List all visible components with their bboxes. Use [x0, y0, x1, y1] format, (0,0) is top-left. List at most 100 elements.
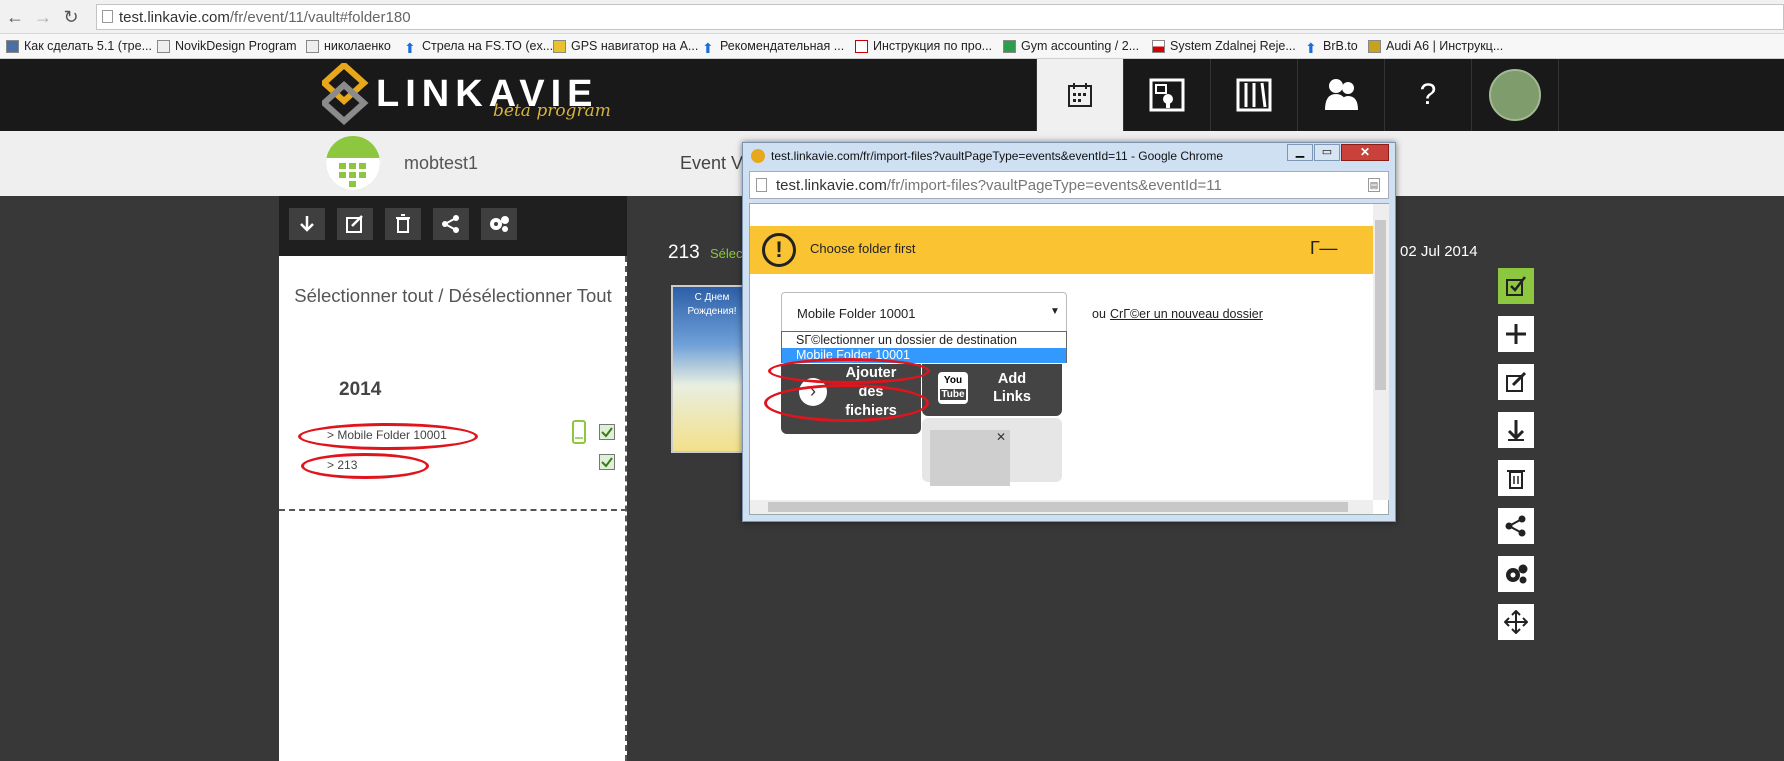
users-icon [1325, 79, 1358, 110]
horizontal-scrollbar[interactable] [750, 500, 1373, 514]
preview-area: ✕ [922, 418, 1062, 486]
folder-checkbox[interactable] [599, 454, 615, 470]
vault-photos-icon [1149, 78, 1185, 112]
plus-icon [1506, 324, 1526, 344]
trash-icon [1507, 470, 1525, 489]
url-path: /fr/event/11/vault#folder180 [229, 9, 411, 26]
popup-content: ! Choose folder first Г— Mobile Folder 1… [749, 203, 1389, 515]
back-icon[interactable]: ← [4, 6, 26, 28]
browser-toolbar: ← → ↻ test.linkavie.com/fr/event/11/vaul… [0, 0, 1784, 34]
favicon-icon [751, 149, 765, 163]
share-icon [442, 215, 459, 233]
edit-button[interactable] [1498, 364, 1534, 400]
nav-vault[interactable] [1123, 59, 1210, 131]
folder-date: 02 Jul 2014 [1400, 243, 1478, 260]
warning-bar: ! Choose folder first Г— [750, 226, 1373, 274]
nav-library[interactable] [1210, 59, 1297, 131]
bookmark-item[interactable]: Gym accounting / 2... [1003, 37, 1139, 55]
move-button[interactable] [1498, 604, 1534, 640]
settings-button[interactable] [481, 208, 517, 240]
mobile-phone-icon [572, 420, 586, 444]
delete-button[interactable] [1498, 460, 1534, 496]
forward-icon[interactable]: → [32, 6, 54, 28]
edit-button[interactable] [337, 208, 373, 240]
bookmark-item[interactable]: Инструкция по про... [855, 37, 992, 55]
bookmark-item[interactable]: николаенко [306, 37, 391, 55]
photo-thumbnail[interactable]: С Днем Рождения! [671, 285, 753, 453]
gears-icon [1506, 564, 1528, 584]
bookmark-item[interactable]: System Zdalnej Reje... [1152, 37, 1296, 55]
thumbnail-caption: С Днем Рождения! [687, 292, 737, 317]
left-toolbar [279, 196, 627, 256]
library-icon [1236, 78, 1272, 112]
share-button[interactable] [433, 208, 469, 240]
select-link[interactable]: Sélec [710, 246, 743, 261]
annotation-ellipse [768, 358, 930, 384]
create-prefix: ou [1092, 307, 1106, 321]
select-all-link[interactable]: Sélectionner tout / Désélectionner Tout [294, 280, 612, 312]
edit-icon [1506, 371, 1527, 392]
dropdown-option[interactable]: SГ©lectionner un dossier de destination [796, 333, 1017, 347]
download-button[interactable] [1498, 412, 1534, 448]
chevron-down-icon: ▼ [1050, 306, 1060, 317]
download-button[interactable] [289, 208, 325, 240]
popup-address-bar[interactable]: test.linkavie.com/fr/import-files?vaultP… [749, 171, 1389, 199]
minimize-button[interactable]: ▁ [1287, 144, 1313, 161]
popup-url-host: test.linkavie.com [776, 177, 887, 194]
username: mobtest1 [404, 153, 479, 173]
page-icon [102, 10, 113, 23]
scrollbar-thumb[interactable] [1375, 220, 1386, 390]
youtube-icon: You Tube [938, 372, 968, 404]
nav-contacts[interactable] [1297, 59, 1384, 131]
annotation-ellipse [301, 453, 429, 479]
bookmarks-bar: Как сделать 5.1 (тре... NovikDesign Prog… [0, 34, 1784, 59]
settings-button[interactable] [1498, 556, 1534, 592]
popup-title: test.linkavie.com/fr/import-files?vaultP… [771, 149, 1224, 163]
reload-icon[interactable]: ↻ [60, 6, 82, 28]
create-folder-link[interactable]: CrГ©er un nouveau dossier [1110, 307, 1263, 321]
maximize-button[interactable]: ▭ [1314, 144, 1340, 161]
tab-event-vault[interactable]: Event Va [680, 153, 752, 174]
bookmark-item[interactable]: NovikDesign Program [157, 37, 297, 55]
scrollbar-thumb[interactable] [768, 502, 1348, 512]
select-mode-button[interactable] [1498, 268, 1534, 304]
avatar [1489, 69, 1541, 121]
edit-icon [346, 215, 363, 233]
warning-close[interactable]: Г— [1310, 238, 1337, 259]
address-bar[interactable]: test.linkavie.com/fr/event/11/vault#fold… [96, 4, 1784, 30]
folder-checkbox[interactable] [599, 424, 615, 440]
bookmark-item[interactable]: ⬆ BrB.to [1305, 37, 1358, 56]
vertical-scrollbar[interactable] [1373, 204, 1389, 500]
share-button[interactable] [1498, 508, 1534, 544]
bookmark-item[interactable]: GPS навигатор на A... [553, 37, 698, 55]
linkavie-logo-icon [322, 63, 369, 125]
bookmark-item[interactable]: Audi A6 | Инструкц... [1368, 37, 1503, 55]
folder-title: 213 [668, 242, 700, 263]
import-files-popup: test.linkavie.com/fr/import-files?vaultP… [742, 142, 1396, 522]
page-action-icon[interactable]: ▤ [1368, 178, 1380, 192]
add-links-label: Add Links [993, 371, 1031, 405]
nav-calendar[interactable] [1036, 59, 1123, 131]
calendar-icon [326, 158, 380, 190]
share-icon [1505, 515, 1526, 537]
bookmark-item[interactable]: ⬆ Стрела на FS.TO (ex... [404, 37, 553, 56]
bookmark-item[interactable]: ⬆ Рекомендательная ... [702, 37, 844, 56]
annotation-ellipse [298, 423, 478, 450]
close-icon[interactable]: ✕ [996, 430, 1006, 444]
help-button[interactable]: ? [1384, 59, 1471, 131]
bookmark-item[interactable]: Как сделать 5.1 (тре... [6, 37, 152, 55]
check-icon [601, 427, 613, 438]
folder-select-value: Mobile Folder 10001 [797, 306, 916, 321]
popup-url-path: /fr/import-files?vaultPageType=events&ev… [886, 177, 1222, 194]
nav-divider [1558, 59, 1559, 131]
add-button[interactable] [1498, 316, 1534, 352]
add-links-button[interactable]: You Tube Add Links [922, 364, 1062, 416]
folder-select[interactable]: Mobile Folder 10001 ▼ [781, 292, 1067, 336]
year-heading: 2014 [339, 379, 382, 400]
page-icon [756, 178, 767, 192]
close-window-button[interactable]: ✕ [1341, 144, 1389, 161]
event-avatar [326, 136, 380, 190]
delete-button[interactable] [385, 208, 421, 240]
download-icon [300, 216, 314, 232]
nav-profile[interactable] [1471, 59, 1558, 131]
